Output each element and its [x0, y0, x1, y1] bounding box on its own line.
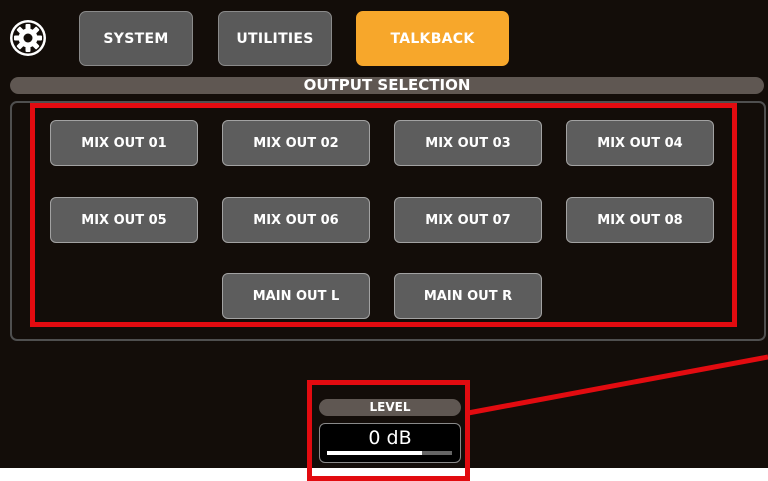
talkback-screen: SYSTEM UTILITIES TALKBACK OUTPUT SELECTI…: [0, 0, 768, 468]
output-button-mix-out-01[interactable]: MIX OUT 01: [50, 120, 198, 166]
output-button-mix-out-06[interactable]: MIX OUT 06: [222, 197, 370, 243]
level-display[interactable]: 0 dB: [319, 423, 461, 463]
output-button-mix-out-02[interactable]: MIX OUT 02: [222, 120, 370, 166]
output-button-main-out-l[interactable]: MAIN OUT L: [222, 273, 370, 319]
level-label: LEVEL: [319, 399, 461, 416]
output-button-mix-out-07[interactable]: MIX OUT 07: [394, 197, 542, 243]
settings-button[interactable]: [8, 18, 48, 58]
level-value-text: 0 dB: [368, 427, 412, 449]
output-button-mix-out-04[interactable]: MIX OUT 04: [566, 120, 714, 166]
gear-icon: [10, 20, 46, 56]
output-button-main-out-r[interactable]: MAIN OUT R: [394, 273, 542, 319]
tab-talkback[interactable]: TALKBACK: [356, 11, 509, 66]
output-button-mix-out-03[interactable]: MIX OUT 03: [394, 120, 542, 166]
output-button-mix-out-05[interactable]: MIX OUT 05: [50, 197, 198, 243]
tab-system[interactable]: SYSTEM: [79, 11, 193, 66]
level-fader-track[interactable]: [327, 451, 452, 455]
level-fader-fill: [327, 451, 422, 455]
tab-utilities[interactable]: UTILITIES: [218, 11, 332, 66]
output-button-mix-out-08[interactable]: MIX OUT 08: [566, 197, 714, 243]
section-title: OUTPUT SELECTION: [10, 77, 764, 94]
